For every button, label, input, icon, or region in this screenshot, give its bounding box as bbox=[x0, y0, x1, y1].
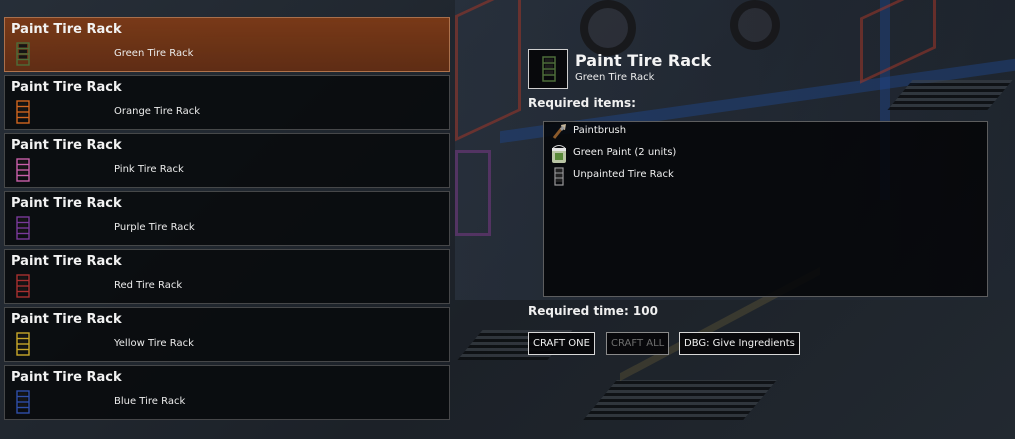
recipe-list-item-result: Purple Tire Rack bbox=[114, 222, 195, 233]
recipe-list-item[interactable]: Paint Tire Rack Purple Tire Rack bbox=[4, 191, 450, 246]
pink-tire-rack-icon bbox=[16, 158, 30, 182]
recipe-list-item-result: Blue Tire Rack bbox=[114, 396, 186, 407]
recipe-result-name: Green Tire Rack bbox=[575, 72, 655, 83]
recipe-list-item[interactable]: Paint Tire Rack Green Tire Rack bbox=[4, 17, 450, 72]
craft-all-button[interactable]: CRAFT ALL bbox=[606, 332, 670, 355]
craft-one-button[interactable]: CRAFT ONE bbox=[528, 332, 595, 355]
recipe-list-item-title: Paint Tire Rack bbox=[11, 312, 122, 327]
recipe-list-item-title: Paint Tire Rack bbox=[11, 80, 122, 95]
purple-tire-rack-icon bbox=[16, 216, 30, 240]
recipe-list-item-title: Paint Tire Rack bbox=[11, 254, 122, 269]
paintbrush-icon bbox=[552, 124, 566, 139]
recipe-list-item[interactable]: Paint Tire Rack Blue Tire Rack bbox=[4, 365, 450, 420]
required-time-label: Required time: 100 bbox=[528, 304, 658, 318]
recipe-list-item[interactable]: Paint Tire Rack Yellow Tire Rack bbox=[4, 307, 450, 362]
recipe-list-item-result: Green Tire Rack bbox=[114, 48, 194, 59]
unpainted-tire-rack-icon bbox=[554, 167, 564, 186]
blue-tire-rack-icon bbox=[16, 390, 30, 414]
recipe-list-item-title: Paint Tire Rack bbox=[11, 370, 122, 385]
recipe-list-item-title: Paint Tire Rack bbox=[11, 22, 122, 37]
recipe-list-item-result: Orange Tire Rack bbox=[114, 106, 201, 117]
recipe-list-item-title: Paint Tire Rack bbox=[11, 196, 122, 211]
required-items-label: Required items: bbox=[528, 96, 636, 110]
recipe-list-item-result: Red Tire Rack bbox=[114, 280, 183, 291]
recipe-list-item[interactable]: Paint Tire Rack Pink Tire Rack bbox=[4, 133, 450, 188]
green-tire-rack-icon bbox=[542, 56, 556, 82]
green-paint-can-icon bbox=[552, 145, 566, 163]
selected-recipe-icon-frame bbox=[528, 49, 568, 89]
recipe-list-item-title: Paint Tire Rack bbox=[11, 138, 122, 153]
recipe-list-item[interactable]: Paint Tire Rack Orange Tire Rack bbox=[4, 75, 450, 130]
recipe-title: Paint Tire Rack bbox=[575, 51, 712, 70]
recipe-list-item[interactable]: Paint Tire Rack Red Tire Rack bbox=[4, 249, 450, 304]
recipe-list: Paint Tire Rack Green Tire Rack Paint Tire… bbox=[4, 17, 450, 423]
orange-tire-rack-icon bbox=[16, 100, 30, 124]
recipe-list-item-result: Yellow Tire Rack bbox=[114, 338, 194, 349]
required-items-list: Paintbrush Green Paint (2 units) Unpaint… bbox=[543, 121, 988, 297]
yellow-tire-rack-icon bbox=[16, 332, 30, 356]
recipe-list-item-result: Pink Tire Rack bbox=[114, 164, 184, 175]
give-ingredients-button[interactable]: DBG: Give Ingredients bbox=[679, 332, 800, 355]
red-tire-rack-icon bbox=[16, 274, 30, 298]
green-tire-rack-icon bbox=[16, 42, 30, 66]
